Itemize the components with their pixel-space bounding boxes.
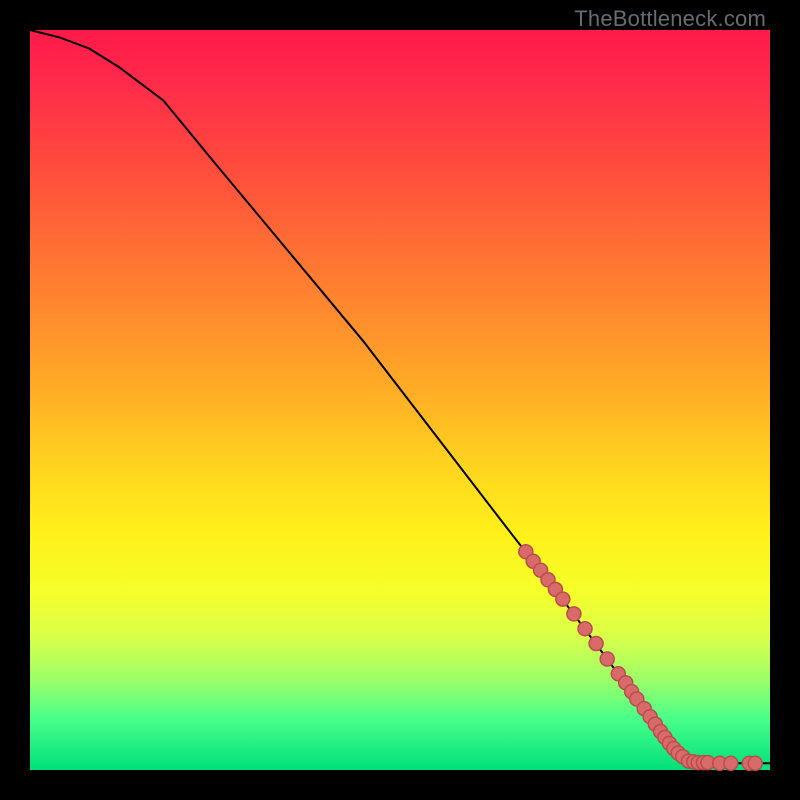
data-point [567, 607, 581, 621]
data-point [578, 622, 592, 636]
watermark-text: TheBottleneck.com [574, 6, 766, 32]
data-point [589, 637, 603, 651]
data-point [600, 652, 614, 666]
bottleneck-curve [30, 30, 770, 763]
chart-frame: TheBottleneck.com [0, 0, 800, 800]
data-points [519, 545, 762, 771]
chart-overlay [30, 30, 770, 770]
data-point [556, 592, 570, 606]
plot-area [30, 30, 770, 770]
data-point [724, 756, 738, 770]
data-point [748, 756, 762, 770]
